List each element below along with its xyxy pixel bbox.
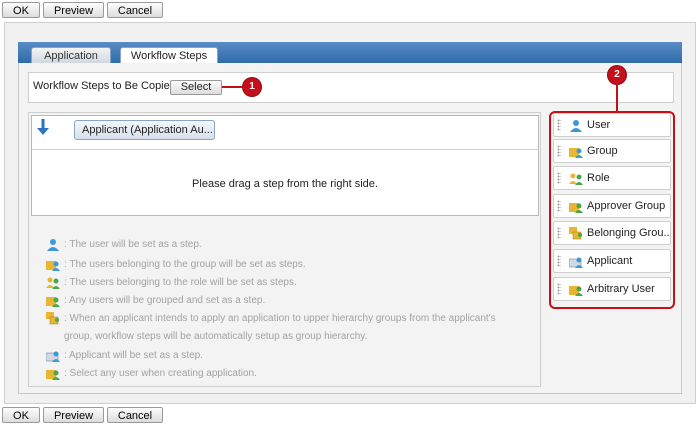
drag-handle-icon[interactable]: [557, 227, 561, 239]
palette-item-label: Group: [587, 145, 618, 157]
legend-text: : Applicant will be set as a step.: [64, 350, 203, 361]
legend-text: : The users belonging to the role will b…: [64, 277, 297, 288]
drag-handle-icon[interactable]: [557, 200, 561, 212]
cancel-button-bottom[interactable]: Cancel: [107, 407, 163, 423]
drag-handle-icon[interactable]: [557, 255, 561, 267]
belonging-group-icon: [569, 227, 582, 240]
tab-bar: [18, 42, 682, 63]
group-icon: [46, 261, 60, 271]
palette-item-user[interactable]: User: [553, 113, 671, 137]
role-icon: [569, 173, 583, 185]
belonging-group-icon: [46, 312, 59, 325]
palette-item-label: Belonging Grou...: [587, 227, 669, 239]
legend-text: group, workflow steps will be automatica…: [64, 331, 368, 342]
legend-text: : The user will be set as a step.: [64, 239, 202, 250]
applicant-icon: [46, 351, 60, 362]
approver-group-icon: [569, 203, 583, 213]
arbitrary-user-icon: [569, 286, 583, 296]
ok-button-bottom[interactable]: OK: [2, 407, 40, 423]
steps-divider: [32, 149, 538, 150]
legend-text: : The users belonging to the group will …: [64, 259, 306, 270]
role-icon: [46, 277, 60, 289]
drag-hint: Please drag a step from the right side.: [192, 178, 378, 190]
palette-item-label: Applicant: [587, 255, 633, 267]
palette-item-label: Arbitrary User: [587, 283, 655, 295]
palette-item-arbitrary-user[interactable]: Arbitrary User: [553, 277, 671, 301]
legend-text: : When an applicant intends to apply an …: [64, 313, 496, 324]
select-button[interactable]: Select: [170, 80, 222, 95]
workflow-step-applicant[interactable]: Applicant (Application Au...: [74, 120, 215, 140]
palette-item-group[interactable]: Group: [553, 139, 671, 163]
callout-line-2: [616, 84, 618, 112]
cancel-button[interactable]: Cancel: [107, 2, 163, 18]
callout-badge-1: 1: [243, 78, 261, 96]
preview-button[interactable]: Preview: [43, 2, 104, 18]
tab-application[interactable]: Application: [31, 47, 111, 63]
drag-handle-icon[interactable]: [557, 145, 561, 157]
tab-workflow-steps[interactable]: Workflow Steps: [120, 47, 218, 64]
user-icon: [570, 120, 582, 132]
copy-label: Workflow Steps to Be Copied :: [33, 80, 182, 92]
palette-item-label: Approver Group: [587, 200, 666, 212]
palette-item-label: User: [587, 119, 611, 131]
user-icon: [47, 239, 59, 251]
arbitrary-user-icon: [46, 370, 60, 380]
palette-item-role[interactable]: Role: [553, 166, 671, 190]
drag-handle-icon[interactable]: [557, 283, 561, 295]
group-icon: [569, 148, 583, 158]
palette-item-belonging-group[interactable]: Belonging Grou...: [553, 221, 671, 245]
arrow-down-icon: [37, 119, 49, 135]
applicant-icon: [569, 257, 583, 268]
ok-button[interactable]: OK: [2, 2, 40, 18]
palette-item-applicant[interactable]: Applicant: [553, 249, 671, 273]
legend-text: : Any users will be grouped and set as a…: [64, 295, 266, 306]
drag-handle-icon[interactable]: [557, 172, 561, 184]
preview-button-bottom[interactable]: Preview: [43, 407, 104, 423]
drag-handle-icon[interactable]: [557, 119, 561, 131]
callout-line-1: [222, 86, 242, 88]
palette-item-approver-group[interactable]: Approver Group: [553, 194, 671, 218]
callout-badge-2: 2: [608, 66, 626, 84]
palette-item-label: Role: [587, 172, 610, 184]
approver-group-icon: [46, 297, 60, 307]
legend-text: : Select any user when creating applicat…: [64, 368, 257, 379]
